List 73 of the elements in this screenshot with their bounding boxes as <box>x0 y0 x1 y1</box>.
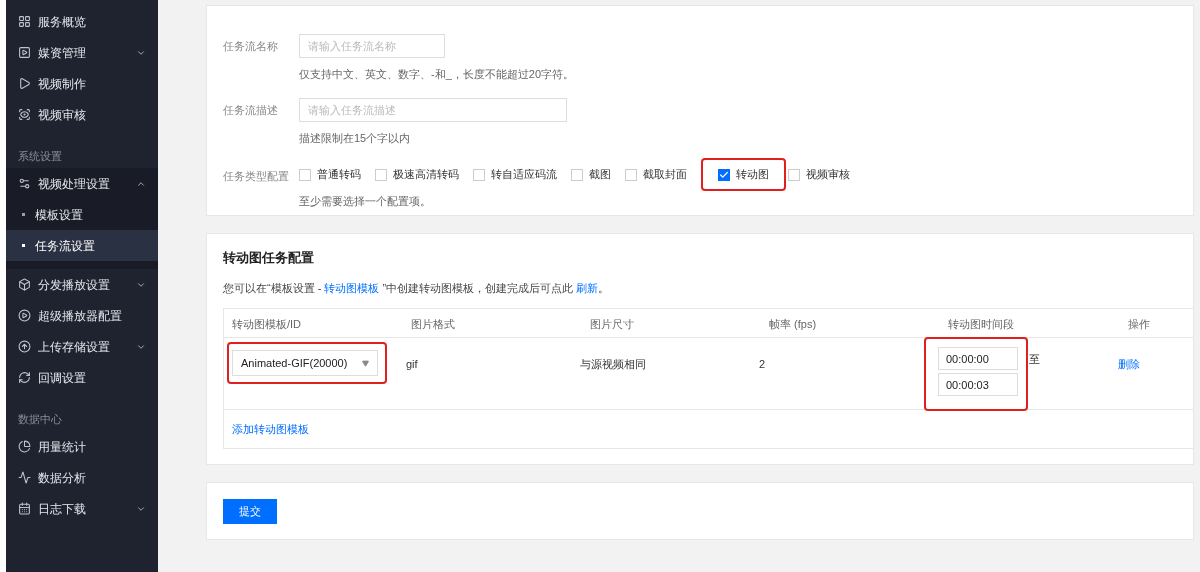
dropdown-caret-icon <box>362 359 369 367</box>
sidebar-item[interactable]: 服务概览 <box>6 6 158 37</box>
sidebar-item[interactable]: 数据分析 <box>6 462 158 493</box>
checkbox-label: 极速高清转码 <box>393 167 459 183</box>
column-header: 帧率 (fps) <box>769 318 817 330</box>
checkbox[interactable] <box>788 168 800 181</box>
eye-icon <box>18 108 31 121</box>
checkbox[interactable] <box>718 168 730 181</box>
delete-link[interactable]: 删除 <box>1118 358 1140 370</box>
field-label: 任务流名称 <box>223 39 279 54</box>
description-input[interactable]: 请输入任务流描述 <box>299 97 567 122</box>
submenu-item[interactable]: 模板设置 <box>6 199 158 230</box>
submit-button[interactable]: 提交 <box>223 498 277 524</box>
sidebar-item[interactable]: 上传存储设置 <box>6 331 158 362</box>
bullet-icon <box>22 244 25 247</box>
sidebar-item[interactable]: 日志下载 <box>6 493 158 524</box>
checkbox[interactable] <box>571 168 583 181</box>
pulse-icon <box>18 471 31 484</box>
field-label: 任务类型配置 <box>223 169 290 184</box>
checkbox[interactable] <box>473 168 485 181</box>
start-time-input[interactable]: 00:00:00 <box>938 347 1018 370</box>
hint-text: 仅支持中文、英文、数字、-和_，长度不能超过20字符。 <box>299 67 575 82</box>
checkbox[interactable] <box>375 168 387 181</box>
column-header: 图片尺寸 <box>590 318 634 330</box>
sync-icon <box>18 371 31 384</box>
check-icon <box>719 169 729 180</box>
sidebar-item[interactable]: 视频处理设置 <box>6 168 158 199</box>
bullet-icon <box>22 213 25 216</box>
checkbox-label: 截取封面 <box>643 167 687 183</box>
sidebar-item[interactable]: 视频制作 <box>6 68 158 99</box>
hint-text: 至少需要选择一个配置项。 <box>299 194 432 209</box>
template-select[interactable]: Animated-GIF(20000) <box>232 350 378 376</box>
cube-icon <box>18 278 31 291</box>
grid-icon <box>18 15 31 28</box>
checkbox-label: 视频审核 <box>806 167 850 183</box>
end-time-input[interactable]: 00:00:03 <box>938 373 1018 396</box>
column-header: 转动图模板/ID <box>232 318 302 330</box>
column-header: 转动图时间段 <box>948 318 1014 330</box>
calendar-icon <box>18 502 31 515</box>
sidebar-item[interactable]: 分发播放设置 <box>6 269 158 300</box>
add-template-link[interactable]: 添加转动图模板 <box>232 420 309 438</box>
sidebar-item[interactable]: 用量统计 <box>6 431 158 462</box>
sidebar-item[interactable]: 视频审核 <box>6 99 158 130</box>
table-cell: 与源视频相同 <box>580 358 646 370</box>
sidebar-item[interactable]: 超级播放器配置 <box>6 300 158 331</box>
submenu-item[interactable]: 任务流设置 <box>6 230 158 261</box>
checkbox-label: 截图 <box>589 167 611 183</box>
column-header: 图片格式 <box>411 318 455 330</box>
column-header: 操作 <box>1128 318 1150 330</box>
sidebar-item[interactable]: 回调设置 <box>6 362 158 393</box>
play-circle-icon <box>18 309 31 322</box>
checkbox[interactable] <box>299 168 311 181</box>
table-cell: 2 <box>759 358 766 370</box>
pie-chart-icon <box>18 440 31 453</box>
play-square-icon <box>18 46 31 59</box>
section-title: 转动图任务配置 <box>223 249 315 267</box>
name-input[interactable]: 请输入任务流名称 <box>299 34 445 58</box>
hint-text: 描述限制在15个字以内 <box>299 130 412 146</box>
link[interactable]: 转动图模板 <box>324 281 380 294</box>
checkbox-label: 转自适应码流 <box>491 167 557 183</box>
upload-icon <box>18 340 31 353</box>
range-separator: 至 <box>1029 352 1040 367</box>
field-label: 任务流描述 <box>223 102 279 118</box>
checkbox-label: 普通转码 <box>317 167 361 183</box>
intro-text: 您可以在“模板设置 - 转动图模板 ”中创建转动图模板，创建完成后可点此 刷新。 <box>223 280 611 296</box>
table-cell: gif <box>406 358 418 370</box>
play-icon <box>18 77 31 90</box>
sidebar-item[interactable]: 媒资管理 <box>6 37 158 68</box>
checkbox[interactable] <box>625 168 637 181</box>
link[interactable]: 刷新 <box>576 281 599 294</box>
section-heading: 数据中心 <box>18 411 62 427</box>
section-heading: 系统设置 <box>18 148 62 164</box>
checkbox-label: 转动图 <box>736 167 769 183</box>
